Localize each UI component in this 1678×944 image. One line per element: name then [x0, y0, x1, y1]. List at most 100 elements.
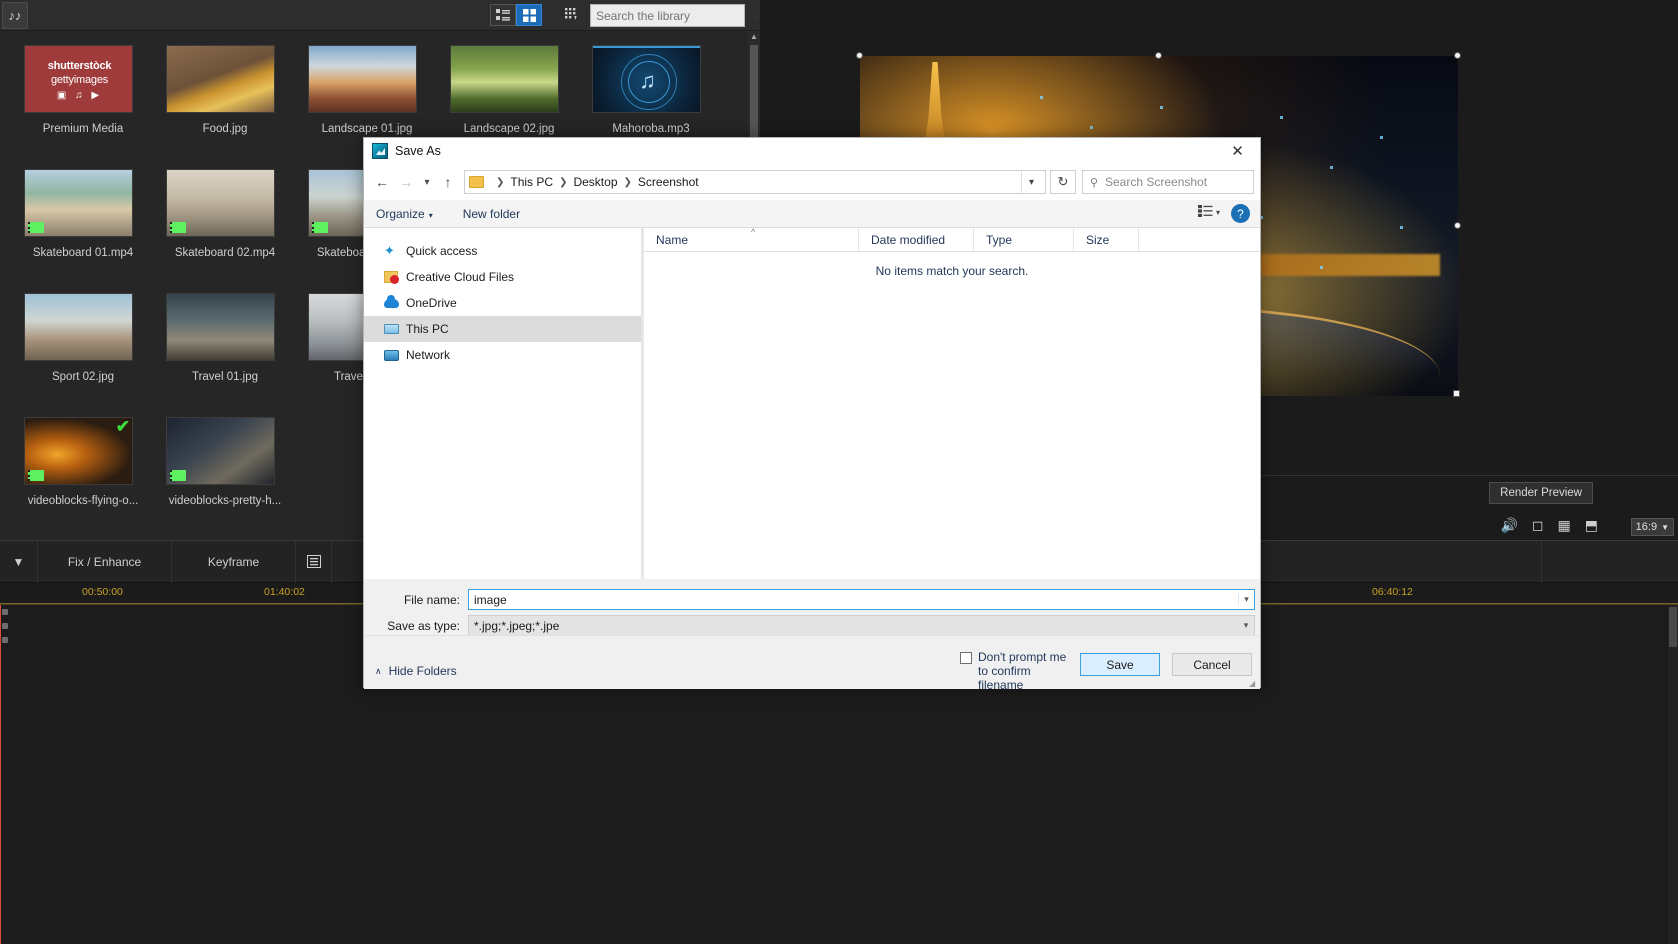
refresh-icon[interactable]: ↻ [1050, 170, 1076, 194]
timeline-scrollbar[interactable] [1668, 605, 1678, 944]
chevron-down-icon[interactable]: ▾ [1238, 594, 1254, 605]
arrow-right-icon[interactable]: → [394, 170, 418, 194]
view-layout-button[interactable]: ▾ [1198, 205, 1220, 220]
list-item[interactable]: Skateboard 02.mp4 [166, 169, 308, 293]
thumbnail[interactable] [24, 293, 133, 361]
organize-button[interactable]: Organize▾ [376, 207, 433, 221]
save-button[interactable]: Save [1080, 653, 1160, 676]
column-header-type[interactable]: Type [974, 228, 1074, 251]
breadcrumb[interactable]: ❯ This PC ❯ Desktop ❯ Screenshot ▾ [464, 170, 1046, 194]
music-note-icon[interactable]: ♪♪ [2, 2, 28, 29]
sidebar-item-creative-cloud-files[interactable]: Creative Cloud Files [364, 264, 641, 290]
sidebar-item-network[interactable]: Network [364, 342, 641, 368]
resize-grip-icon[interactable]: ◢ [1249, 679, 1258, 688]
speaker-icon[interactable]: 🔊 [1500, 517, 1517, 534]
scrollbar-thumb[interactable] [1669, 607, 1677, 647]
thumbnail[interactable] [166, 293, 275, 361]
selection-handle-top-right[interactable] [1454, 52, 1461, 59]
list-view-icon[interactable] [490, 4, 516, 26]
computer-icon [384, 324, 406, 334]
render-preview-button[interactable]: Render Preview [1489, 482, 1593, 504]
grid-view-icon[interactable] [516, 4, 542, 26]
help-icon[interactable]: ? [1231, 204, 1250, 223]
view-layout-icon[interactable] [1198, 205, 1213, 220]
new-folder-button[interactable]: New folder [463, 207, 520, 221]
thumbnail[interactable] [166, 169, 275, 237]
subtitle-icon[interactable]: ▦ [1558, 517, 1571, 534]
chevron-down-icon[interactable]: ▼ [1661, 523, 1669, 532]
ruler-tick: 00:50:00 [82, 586, 123, 598]
selection-handle-middle-right[interactable] [1454, 222, 1461, 229]
thumbnail[interactable]: ✔ [24, 417, 133, 485]
arrow-up-icon[interactable]: ↑ [436, 170, 460, 194]
track-toggle-icon[interactable] [2, 637, 8, 643]
camera-snapshot-icon[interactable]: ◻ [1532, 517, 1544, 534]
fix-enhance-button[interactable]: Fix / Enhance [38, 541, 172, 583]
hide-folders-button[interactable]: ∧ Hide Folders [375, 664, 457, 678]
selection-handle-top-center[interactable] [1155, 52, 1162, 59]
selection-handle-bottom-right[interactable] [1453, 390, 1460, 397]
fullscreen-icon[interactable]: ⬒ [1585, 517, 1598, 534]
file-name-value: image [474, 593, 507, 607]
thumbnail[interactable] [308, 45, 417, 113]
list-item[interactable]: videoblocks-pretty-h... [166, 417, 308, 541]
chevron-down-icon[interactable]: ▾ [1238, 620, 1254, 631]
keyframe-button[interactable]: Keyframe [172, 541, 296, 583]
recent-locations-chevron-down-icon[interactable]: ▾ [418, 170, 436, 194]
list-item-label: Travel 01.jpg [166, 371, 284, 383]
breadcrumb-item-this-pc[interactable]: This PC [510, 175, 553, 189]
breadcrumb-chevron-down-icon[interactable]: ▾ [1021, 171, 1041, 193]
list-item[interactable]: shutterstòck gettyimages ▣ ♫ ▶ Premium M… [24, 45, 166, 169]
confirm-filename-checkbox-row[interactable]: Don't prompt me to confirm filename [960, 650, 1068, 692]
aspect-ratio-selector[interactable]: 16:9 ▼ [1631, 518, 1674, 536]
file-name-field[interactable]: image ▾ [468, 589, 1255, 610]
list-item[interactable]: Skateboard 01.mp4 [24, 169, 166, 293]
column-header-name[interactable]: ^ Name [644, 228, 859, 251]
breadcrumb-item-screenshot[interactable]: Screenshot [638, 175, 699, 189]
checkbox[interactable] [960, 652, 972, 664]
track-header-icons[interactable] [0, 605, 10, 689]
sort-grid-icon[interactable] [562, 5, 582, 25]
file-list-pane[interactable]: ^ Name Date modified Type Size No items … [644, 228, 1260, 579]
chevron-down-icon[interactable]: ▾ [1216, 208, 1220, 217]
preview-controls: 🔊 ◻ ▦ ⬒ [1500, 517, 1598, 534]
sidebar-item-onedrive[interactable]: OneDrive [364, 290, 641, 316]
empty-list-message: No items match your search. [644, 264, 1260, 278]
dialog-titlebar[interactable]: Save As ✕ [364, 138, 1260, 164]
thumbnail[interactable]: ♫ [592, 45, 701, 113]
search-input[interactable] [591, 9, 751, 23]
library-search-box[interactable]: ⚲ [590, 4, 745, 27]
sidebar-item-label: Quick access [406, 244, 477, 258]
audio-thumbnail: ♫ [593, 46, 701, 113]
chevron-down-icon[interactable]: ▼ [0, 541, 38, 583]
thumbnail[interactable] [24, 169, 133, 237]
list-item[interactable]: ✔ videoblocks-flying-o... [24, 417, 166, 541]
scroll-up-icon[interactable]: ▲ [748, 31, 760, 43]
thumbnail[interactable] [450, 45, 559, 113]
brand-line-1: shutterstòck [48, 60, 112, 72]
list-item[interactable]: Food.jpg [166, 45, 308, 169]
save-as-type-value: *.jpg;*.jpeg;*.jpe [474, 619, 559, 633]
cancel-button[interactable]: Cancel [1172, 653, 1252, 676]
thumbnail[interactable] [166, 417, 275, 485]
sidebar-item-this-pc[interactable]: This PC [364, 316, 641, 342]
sidebar-item-label: Network [406, 348, 450, 362]
arrow-left-icon[interactable]: ← [370, 170, 394, 194]
dialog-search-box[interactable]: ⚲ Search Screenshot [1082, 170, 1254, 194]
list-item[interactable]: Sport 02.jpg [24, 293, 166, 417]
sidebar-item-quick-access[interactable]: ✦ Quick access [364, 238, 641, 264]
close-icon[interactable]: ✕ [1215, 138, 1260, 164]
video-badge-icon [28, 222, 44, 233]
track-list-icon[interactable] [296, 541, 332, 583]
column-header-size[interactable]: Size [1074, 228, 1139, 251]
selection-handle-top-left[interactable] [856, 52, 863, 59]
track-toggle-icon[interactable] [2, 609, 8, 615]
thumbnail[interactable] [166, 45, 275, 113]
save-as-type-select[interactable]: *.jpg;*.jpeg;*.jpe ▾ [468, 615, 1255, 636]
track-toggle-icon[interactable] [2, 623, 8, 629]
column-header-date-modified[interactable]: Date modified [859, 228, 974, 251]
thumbnail[interactable]: shutterstòck gettyimages ▣ ♫ ▶ [24, 45, 133, 113]
breadcrumb-item-desktop[interactable]: Desktop [573, 175, 617, 189]
playhead[interactable] [0, 605, 1, 944]
list-item[interactable]: Travel 01.jpg [166, 293, 308, 417]
